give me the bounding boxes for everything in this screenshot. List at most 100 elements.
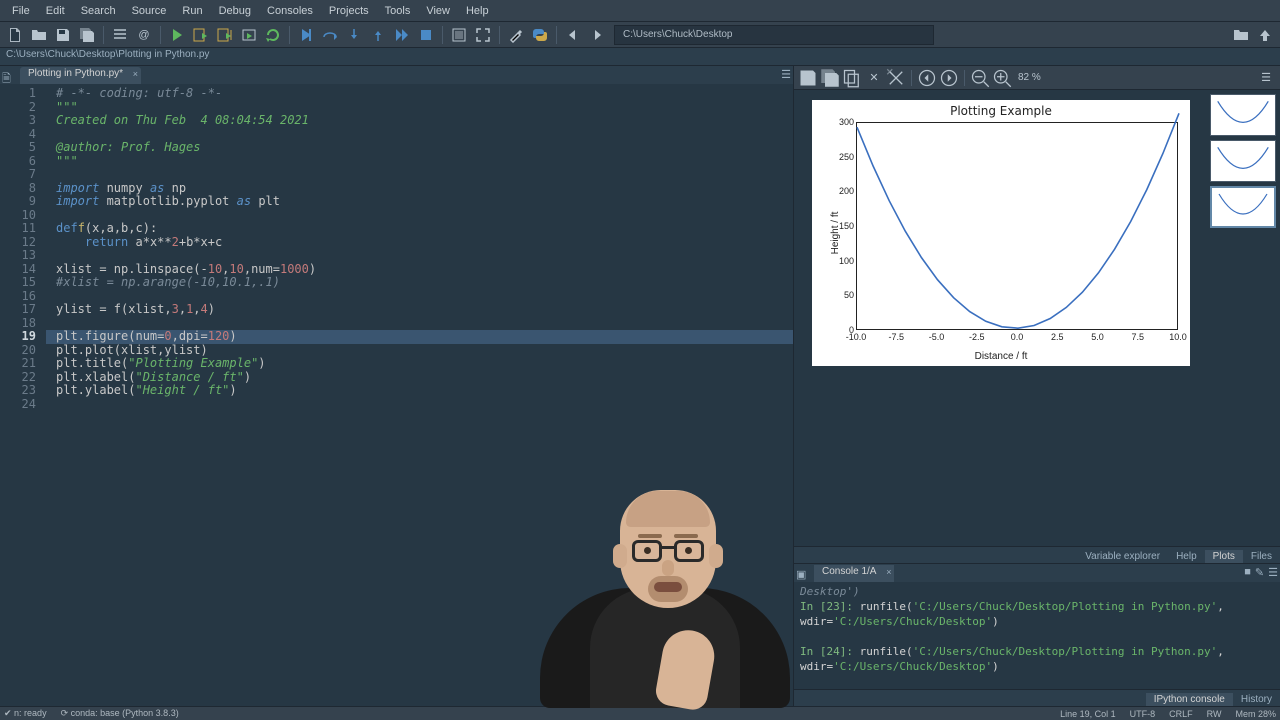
open-file-button[interactable] — [28, 24, 50, 46]
panel-tab-files[interactable]: Files — [1243, 550, 1280, 563]
plot-thumb-selected[interactable] — [1210, 186, 1276, 228]
parent-dir-button[interactable] — [1254, 24, 1276, 46]
save-plot-button[interactable] — [798, 68, 818, 88]
env-status[interactable]: ⟳ conda: base (Python 3.8.3) — [61, 708, 179, 719]
menu-source[interactable]: Source — [124, 2, 175, 20]
ytick: 50 — [824, 290, 854, 300]
menu-view[interactable]: View — [418, 2, 458, 20]
rerun-button[interactable] — [262, 24, 284, 46]
close-icon[interactable]: × — [133, 69, 138, 79]
plots-toolbar: ✕ 82 % ☰ — [794, 66, 1280, 90]
browse-dir-button[interactable] — [1230, 24, 1252, 46]
step-out-button[interactable] — [367, 24, 389, 46]
plot-thumb[interactable] — [1210, 140, 1276, 182]
menu-help[interactable]: Help — [458, 2, 497, 20]
console-bottom-tab-ipython-console[interactable]: IPython console — [1146, 693, 1233, 706]
python-path-button[interactable] — [529, 24, 551, 46]
plot-thumb[interactable] — [1210, 94, 1276, 136]
stop-console-button[interactable]: ■ — [1244, 566, 1251, 579]
run-selection-button[interactable] — [238, 24, 260, 46]
console-bottom-tab-history[interactable]: History — [1233, 693, 1280, 706]
run-cell-button[interactable] — [190, 24, 212, 46]
run-cell-advance-button[interactable] — [214, 24, 236, 46]
encoding[interactable]: UTF-8 — [1130, 709, 1156, 719]
prev-plot-button[interactable] — [917, 68, 937, 88]
console-output[interactable]: Desktop')In [23]: runfile('C:/Users/Chuc… — [794, 582, 1280, 689]
plot-ylabel: Height / ft — [830, 212, 841, 255]
preferences-button[interactable] — [505, 24, 527, 46]
console-tab[interactable]: Console 1/A× — [814, 565, 894, 582]
xtick: 2.5 — [1043, 332, 1071, 342]
outline-icon[interactable] — [109, 24, 131, 46]
console-icon: ▣ — [796, 568, 810, 582]
plot-thumbnails — [1208, 90, 1280, 546]
menu-consoles[interactable]: Consoles — [259, 2, 321, 20]
menu-tools[interactable]: Tools — [377, 2, 419, 20]
xtick: 7.5 — [1124, 332, 1152, 342]
breadcrumb: C:\Users\Chuck\Desktop\Plotting in Pytho… — [0, 48, 1280, 66]
editor-tab[interactable]: Plotting in Python.py*× — [20, 67, 141, 84]
plot-title: Plotting Example — [812, 104, 1190, 118]
plot-figure[interactable]: Plotting Example Height / ft Distance / … — [812, 100, 1190, 366]
panel-tab-help[interactable]: Help — [1168, 550, 1205, 563]
panel-tab-plots[interactable]: Plots — [1205, 550, 1243, 563]
xtick: 0.0 — [1003, 332, 1031, 342]
xtick: 5.0 — [1084, 332, 1112, 342]
zoom-in-button[interactable] — [992, 68, 1012, 88]
save-button[interactable] — [52, 24, 74, 46]
editor-options-icon[interactable]: ☰ — [781, 68, 791, 81]
main-toolbar: @ C:\Users\Chuck\Desktop — [0, 22, 1280, 48]
ytick: 250 — [824, 152, 854, 162]
menu-edit[interactable]: Edit — [38, 2, 73, 20]
ytick: 150 — [824, 221, 854, 231]
copy-plot-button[interactable] — [842, 68, 862, 88]
console-tabbar: ▣ Console 1/A× ■ ✎ ☰ — [794, 564, 1280, 582]
close-icon[interactable]: × — [886, 567, 891, 577]
save-all-button[interactable] — [76, 24, 98, 46]
menu-search[interactable]: Search — [73, 2, 124, 20]
continue-button[interactable] — [391, 24, 413, 46]
save-all-plots-button[interactable] — [820, 68, 840, 88]
xtick: -10.0 — [842, 332, 870, 342]
step-over-button[interactable] — [319, 24, 341, 46]
menu-run[interactable]: Run — [174, 2, 210, 20]
step-into-button[interactable] — [343, 24, 365, 46]
menubar: FileEditSearchSourceRunDebugConsolesProj… — [0, 0, 1280, 22]
cursor-pos: Line 19, Col 1 — [1060, 709, 1116, 719]
console-bottom-tabs: IPython consoleHistory — [794, 689, 1280, 706]
close-plot-button[interactable]: ✕ — [864, 68, 884, 88]
fullscreen-button[interactable] — [472, 24, 494, 46]
menu-projects[interactable]: Projects — [321, 2, 377, 20]
working-dir-field[interactable]: C:\Users\Chuck\Desktop — [614, 25, 934, 45]
file-icon: 🗎 — [2, 70, 16, 84]
panel-tab-variable-explorer[interactable]: Variable explorer — [1077, 550, 1168, 563]
close-all-plots-button[interactable] — [886, 68, 906, 88]
stop-debug-button[interactable] — [415, 24, 437, 46]
next-plot-button[interactable] — [939, 68, 959, 88]
plots-options-icon[interactable]: ☰ — [1256, 68, 1276, 88]
menu-file[interactable]: File — [4, 2, 38, 20]
rw-status: RW — [1207, 709, 1222, 719]
clear-console-button[interactable]: ✎ — [1255, 566, 1264, 579]
statusbar: ✔ n: ready ⟳ conda: base (Python 3.8.3) … — [0, 706, 1280, 720]
plot-xlabel: Distance / ft — [812, 351, 1190, 362]
eol[interactable]: CRLF — [1169, 709, 1193, 719]
mem-status[interactable]: Mem 28% — [1235, 709, 1276, 719]
new-file-button[interactable] — [4, 24, 26, 46]
zoom-out-button[interactable] — [970, 68, 990, 88]
ytick: 300 — [824, 117, 854, 127]
forward-button[interactable] — [586, 24, 608, 46]
run-button[interactable] — [166, 24, 188, 46]
lsp-status[interactable]: ✔ n: ready — [4, 708, 47, 719]
console-options-icon[interactable]: ☰ — [1268, 566, 1278, 579]
menu-debug[interactable]: Debug — [211, 2, 259, 20]
debug-button[interactable] — [295, 24, 317, 46]
xtick: -2.5 — [963, 332, 991, 342]
ytick: 200 — [824, 186, 854, 196]
create-cell-button[interactable]: @ — [133, 24, 155, 46]
xtick: -5.0 — [923, 332, 951, 342]
xtick: -7.5 — [882, 332, 910, 342]
maximize-pane-button[interactable] — [448, 24, 470, 46]
back-button[interactable] — [562, 24, 584, 46]
code-editor[interactable]: 123456789101112131415161718192021222324 … — [0, 84, 793, 706]
